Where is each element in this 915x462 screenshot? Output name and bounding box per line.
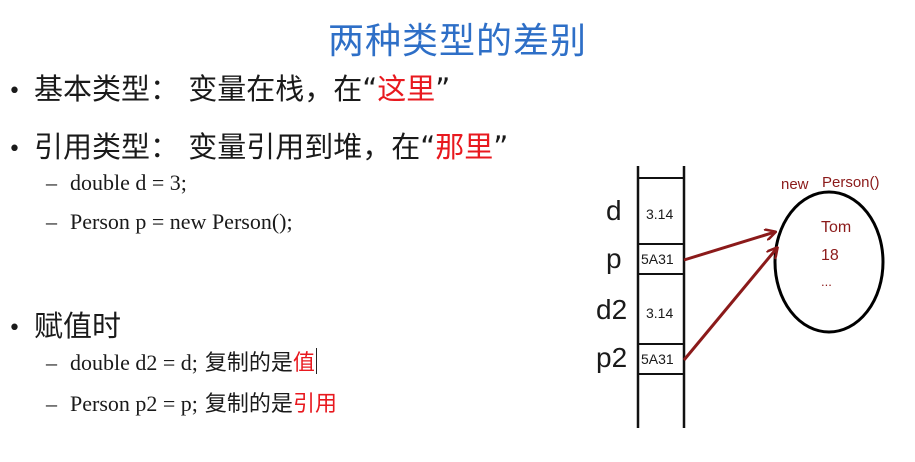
stack-cell-value: 5A31: [641, 351, 674, 367]
stack-var-label: d: [606, 195, 622, 226]
heap-field-ellipsis: ...: [821, 274, 832, 289]
heap-field-name: Tom: [821, 219, 852, 236]
reference-arrow-p2: [682, 248, 777, 361]
stack-var-label: p2: [596, 342, 628, 373]
heap-field-age: 18: [821, 247, 839, 264]
stack-var-label: d2: [596, 294, 628, 325]
stack-cell-value: 5A31: [641, 251, 674, 267]
stack-var-label: p: [606, 243, 622, 274]
reference-arrow-p: [683, 232, 775, 262]
heap-class-label: Person(): [822, 174, 880, 191]
stack-cell-value: 3.14: [646, 206, 674, 222]
heap-new-label: new: [781, 176, 809, 193]
stack-cell-value: 3.14: [646, 305, 674, 321]
memory-diagram: [636, 166, 885, 428]
